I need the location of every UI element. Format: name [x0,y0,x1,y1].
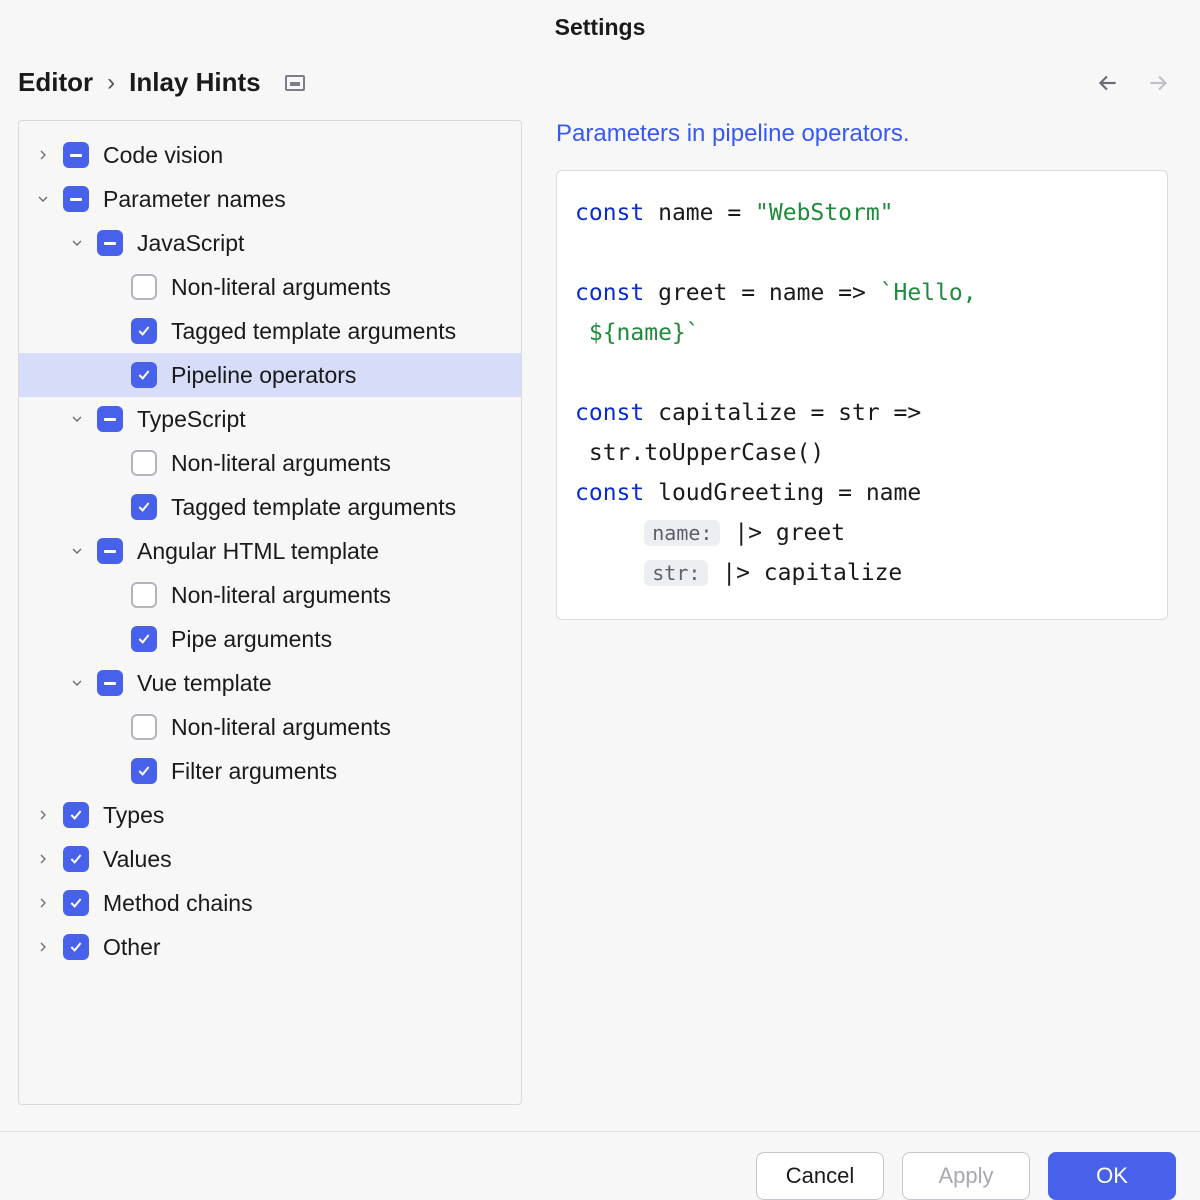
tree-item-types[interactable]: Types [19,793,521,837]
dialog-footer: Cancel Apply OK [0,1131,1200,1200]
tree-item-other[interactable]: Other [19,925,521,969]
tree-item-angular[interactable]: Angular HTML template [19,529,521,573]
tree-item-vue[interactable]: Vue template [19,661,521,705]
chevron-down-icon[interactable] [65,671,89,695]
tree-label: Non-literal arguments [171,714,391,741]
checkbox-mixed[interactable] [63,186,89,212]
checkbox-checked[interactable] [131,626,157,652]
code-preview: const name = "WebStorm" const greet = na… [556,170,1168,620]
inlay-hint: name: [644,520,720,546]
tree-item-javascript[interactable]: JavaScript [19,221,521,265]
breadcrumb: Editor › Inlay Hints [18,67,1094,98]
chevron-right-icon[interactable] [31,847,55,871]
tree-item-typescript[interactable]: TypeScript [19,397,521,441]
back-button[interactable] [1094,69,1122,97]
tree-item-values[interactable]: Values [19,837,521,881]
checkbox-unchecked[interactable] [131,274,157,300]
view-mode-icon[interactable] [285,75,305,91]
cancel-button[interactable]: Cancel [756,1152,884,1200]
tree-label: Filter arguments [171,758,337,785]
tree-label: Parameter names [103,186,286,213]
tree-label: Non-literal arguments [171,274,391,301]
tree-item-ts-nonliteral[interactable]: Non-literal arguments [19,441,521,485]
tree-item-method-chains[interactable]: Method chains [19,881,521,925]
tree-item-js-pipeline[interactable]: Pipeline operators [19,353,521,397]
forward-button[interactable] [1144,69,1172,97]
checkbox-checked[interactable] [131,494,157,520]
tree-label: Pipeline operators [171,362,356,389]
chevron-down-icon[interactable] [65,539,89,563]
tree-label: Angular HTML template [137,538,379,565]
tree-item-vue-filter[interactable]: Filter arguments [19,749,521,793]
tree-label: Pipe arguments [171,626,332,653]
tree-label: Tagged template arguments [171,494,456,521]
detail-pane: Parameters in pipeline operators. const … [556,120,1192,1105]
checkbox-checked[interactable] [63,802,89,828]
breadcrumb-separator-icon: › [107,69,115,97]
chevron-down-icon[interactable] [65,231,89,255]
checkbox-checked[interactable] [63,846,89,872]
checkbox-unchecked[interactable] [131,582,157,608]
chevron-right-icon[interactable] [31,143,55,167]
ok-button[interactable]: OK [1048,1152,1176,1200]
chevron-down-icon[interactable] [65,407,89,431]
tree-item-parameter-names[interactable]: Parameter names [19,177,521,221]
checkbox-mixed[interactable] [97,230,123,256]
tree-label: Non-literal arguments [171,582,391,609]
tree-item-ts-tagged[interactable]: Tagged template arguments [19,485,521,529]
breadcrumb-leaf: Inlay Hints [129,67,260,98]
tree-label: Vue template [137,670,272,697]
settings-tree[interactable]: Code vision Parameter names JavaScript N… [18,120,522,1105]
tree-label: JavaScript [137,230,244,257]
checkbox-checked[interactable] [131,362,157,388]
checkbox-unchecked[interactable] [131,450,157,476]
tree-item-js-nonliteral[interactable]: Non-literal arguments [19,265,521,309]
header: Editor › Inlay Hints [0,51,1200,120]
tree-item-ng-nonliteral[interactable]: Non-literal arguments [19,573,521,617]
tree-label: Values [103,846,172,873]
tree-item-code-vision[interactable]: Code vision [19,133,521,177]
checkbox-mixed[interactable] [97,538,123,564]
chevron-right-icon[interactable] [31,803,55,827]
tree-label: Other [103,934,161,961]
tree-item-ng-pipe[interactable]: Pipe arguments [19,617,521,661]
tree-label: Non-literal arguments [171,450,391,477]
tree-label: Types [103,802,164,829]
checkbox-mixed[interactable] [63,142,89,168]
window-title: Settings [0,0,1200,51]
chevron-right-icon[interactable] [31,891,55,915]
tree-label: Code vision [103,142,223,169]
checkbox-checked[interactable] [63,890,89,916]
apply-button[interactable]: Apply [902,1152,1030,1200]
tree-label: Method chains [103,890,253,917]
inlay-hint: str: [644,560,708,586]
tree-item-js-tagged[interactable]: Tagged template arguments [19,309,521,353]
checkbox-unchecked[interactable] [131,714,157,740]
chevron-down-icon[interactable] [31,187,55,211]
checkbox-mixed[interactable] [97,670,123,696]
tree-label: TypeScript [137,406,246,433]
checkbox-checked[interactable] [63,934,89,960]
tree-item-vue-nonliteral[interactable]: Non-literal arguments [19,705,521,749]
checkbox-checked[interactable] [131,318,157,344]
description-link[interactable]: Parameters in pipeline operators. [556,120,1168,148]
chevron-right-icon[interactable] [31,935,55,959]
checkbox-mixed[interactable] [97,406,123,432]
tree-label: Tagged template arguments [171,318,456,345]
breadcrumb-root[interactable]: Editor [18,67,93,98]
checkbox-checked[interactable] [131,758,157,784]
